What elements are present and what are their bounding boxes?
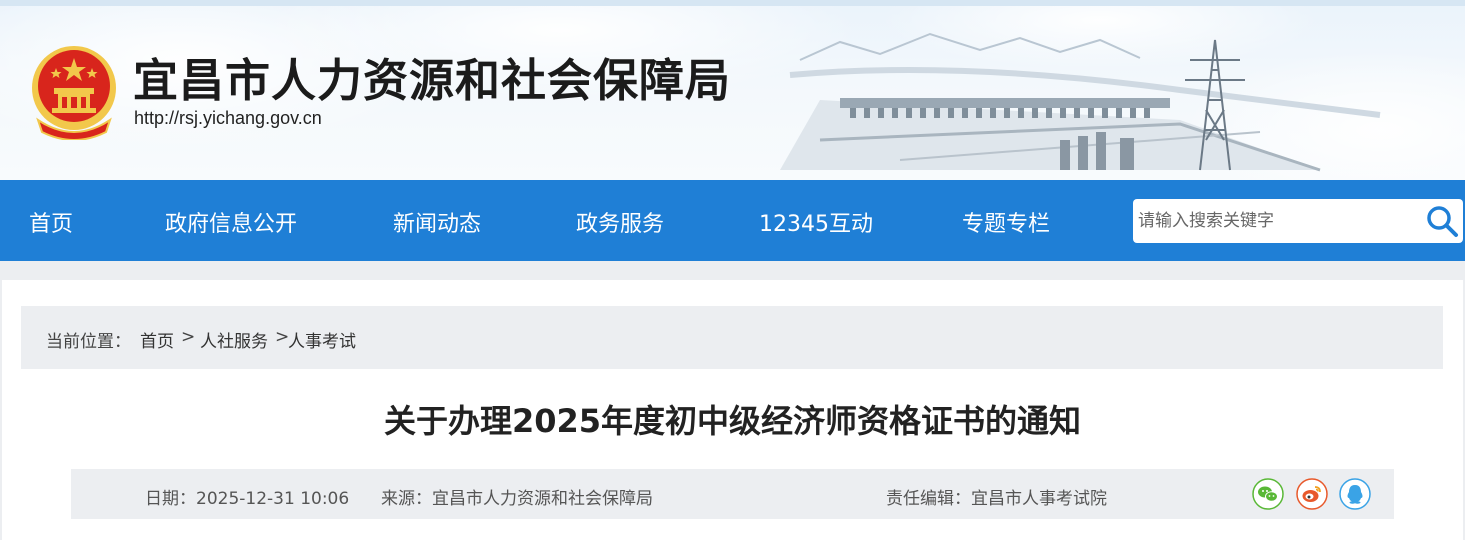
site-title: 宜昌市人力资源和社会保障局 [133, 54, 732, 107]
article-title: 关于办理2025年度初中级经济师资格证书的通知 [383, 402, 1082, 440]
nav-item-12345[interactable]: 12345互动 [759, 206, 873, 238]
article-date: 日期：2025-12-31 10:06 [145, 489, 350, 509]
nav-item-home[interactable]: 首页 [29, 206, 73, 238]
search-icon[interactable] [1425, 204, 1459, 238]
breadcrumb-home[interactable]: 首页 [140, 327, 174, 352]
wechat-icon[interactable] [1252, 478, 1284, 510]
weibo-icon[interactable] [1296, 478, 1328, 510]
breadcrumb-personnel-exams[interactable]: 人事考试 [288, 327, 356, 352]
breadcrumb: 当前位置： 首页 > 人社服务 > 人事考试 [21, 306, 1443, 369]
nav-item-topics[interactable]: 专题专栏 [962, 206, 1050, 238]
dam-landscape-illustration [780, 32, 1381, 172]
breadcrumb-prefix: 当前位置： [46, 332, 131, 352]
search-input[interactable] [1133, 199, 1421, 243]
breadcrumb-separator: > [181, 327, 196, 347]
nav-item-news[interactable]: 新闻动态 [393, 206, 481, 238]
search-box [1133, 199, 1463, 243]
article-source: 来源：宜昌市人力资源和社会保障局 [381, 489, 653, 509]
article-meta-bar: 日期：2025-12-31 10:06 来源：宜昌市人力资源和社会保障局 责任编… [71, 469, 1394, 519]
nav-item-gov-info[interactable]: 政府信息公开 [165, 206, 297, 238]
national-emblem-icon [32, 46, 116, 140]
header-banner: 宜昌市人力资源和社会保障局 http://rsj.yichang.gov.cn [0, 0, 1465, 180]
qq-icon[interactable] [1339, 478, 1371, 510]
main-nav: 首页 政府信息公开 新闻动态 政务服务 12345互动 专题专栏 [0, 180, 1465, 261]
site-url: http://rsj.yichang.gov.cn [134, 108, 322, 128]
content-panel: 当前位置： 首页 > 人社服务 > 人事考试 关于办理2025年度初中级经济师资… [2, 280, 1463, 540]
nav-item-services[interactable]: 政务服务 [576, 206, 664, 238]
breadcrumb-hr-services[interactable]: 人社服务 [200, 327, 268, 352]
article-editor: 责任编辑：宜昌市人事考试院 [886, 489, 1107, 509]
